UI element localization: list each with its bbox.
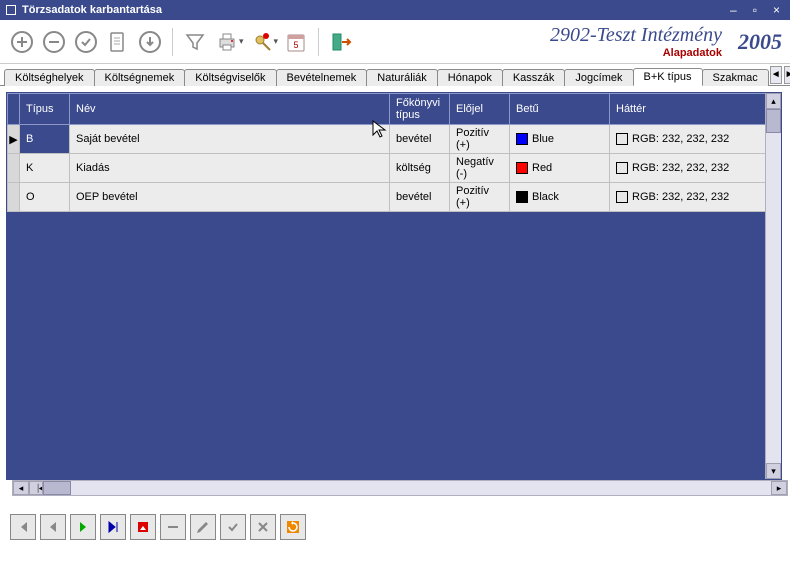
cell-betu[interactable]: Red [510, 154, 610, 183]
col-tipus[interactable]: Típus [20, 94, 70, 125]
tools-button[interactable] [248, 28, 276, 56]
cell-tipus[interactable]: B [20, 125, 70, 154]
nav-delete-button[interactable] [160, 514, 186, 540]
col-elojel[interactable]: Előjel [450, 94, 510, 125]
filter-button[interactable] [181, 28, 209, 56]
hscroll-thumb[interactable] [43, 481, 71, 495]
horizontal-scrollbar[interactable]: ◂ ⎹◂ ▸ [12, 480, 788, 496]
tab-naturaliak[interactable]: Naturáliák [366, 69, 438, 86]
row-indicator [8, 154, 20, 183]
tab-scroll-right[interactable]: ► [784, 66, 790, 84]
title-bar: Törzsadatok karbantartása – ▫ × [0, 0, 790, 20]
tools-dropdown-icon[interactable]: ▾ [274, 36, 279, 47]
maximize-button[interactable]: ▫ [749, 3, 761, 17]
tab-jogcimek[interactable]: Jogcímek [564, 69, 633, 86]
year-label: 2005 [738, 29, 782, 55]
nav-last-button[interactable] [100, 514, 126, 540]
cell-betu[interactable]: Blue [510, 125, 610, 154]
col-fokonyv[interactable]: Főkönyvi típus [390, 94, 450, 125]
tab-koltseghelyek[interactable]: Költséghelyek [4, 69, 95, 86]
col-betu[interactable]: Betű [510, 94, 610, 125]
color-swatch [516, 133, 528, 145]
scroll-right-icon[interactable]: ▸ [771, 481, 787, 495]
scroll-thumb[interactable] [766, 109, 781, 133]
table-row[interactable]: ▶BSaját bevételbevételPozitív (+)BlueRGB… [8, 125, 767, 154]
tab-szakmac[interactable]: Szakmac [702, 69, 769, 86]
confirm-button[interactable] [72, 28, 100, 56]
scroll-down-icon[interactable]: ▾ [766, 463, 781, 479]
nav-post-button[interactable] [220, 514, 246, 540]
cell-elojel[interactable]: Pozitív (+) [450, 183, 510, 212]
nav-next-button[interactable] [70, 514, 96, 540]
col-hatter[interactable]: Háttér [610, 94, 767, 125]
add-button[interactable] [8, 28, 36, 56]
scroll-up-icon[interactable]: ▴ [766, 93, 781, 109]
nav-cancel-button[interactable] [250, 514, 276, 540]
scroll-jump-icon[interactable]: ⎹◂ [29, 481, 43, 495]
toolbar: ▾ ▾ 5 2902-Teszt Intézmény Alapadatok 20… [0, 20, 790, 64]
nav-refresh-button[interactable] [280, 514, 306, 540]
col-nev[interactable]: Név [70, 94, 390, 125]
print-dropdown-icon[interactable]: ▾ [239, 36, 244, 47]
tab-strip: Költséghelyek Költségnemek Költségviselő… [0, 64, 790, 86]
minimize-button[interactable]: – [726, 3, 741, 17]
cell-elojel[interactable]: Negatív (-) [450, 154, 510, 183]
scroll-left-icon[interactable]: ◂ [13, 481, 29, 495]
org-block: 2902-Teszt Intézmény Alapadatok [550, 24, 722, 59]
download-button[interactable] [136, 28, 164, 56]
tab-bevetelnemek[interactable]: Bevételnemek [276, 69, 368, 86]
tab-bk-tipus[interactable]: B+K típus [633, 68, 703, 86]
color-swatch [516, 162, 528, 174]
nav-edit-button[interactable] [190, 514, 216, 540]
cell-hatter[interactable]: RGB: 232, 232, 232 [610, 154, 767, 183]
cell-hatter[interactable]: RGB: 232, 232, 232 [610, 183, 767, 212]
cell-nev[interactable]: Kiadás [70, 154, 390, 183]
table-row[interactable]: KKiadásköltségNegatív (-)RedRGB: 232, 23… [8, 154, 767, 183]
tab-koltsegnemek[interactable]: Költségnemek [94, 69, 186, 86]
nav-first-button[interactable] [10, 514, 36, 540]
color-swatch [616, 191, 628, 203]
data-grid[interactable]: Típus Név Főkönyvi típus Előjel Betű Hát… [6, 92, 782, 480]
document-button[interactable] [104, 28, 132, 56]
cell-fokonyv[interactable]: költség [390, 154, 450, 183]
nav-prev-button[interactable] [40, 514, 66, 540]
cell-nev[interactable]: Saját bevétel [70, 125, 390, 154]
cell-nev[interactable]: OEP bevétel [70, 183, 390, 212]
row-indicator [8, 183, 20, 212]
tab-honapok[interactable]: Hónapok [437, 69, 503, 86]
color-swatch [616, 133, 628, 145]
org-subtitle: Alapadatok [550, 47, 722, 59]
cell-tipus[interactable]: O [20, 183, 70, 212]
table-row[interactable]: OOEP bevételbevételPozitív (+)BlackRGB: … [8, 183, 767, 212]
org-name: 2902-Teszt Intézmény [550, 24, 722, 47]
tab-koltsegviselok[interactable]: Költségviselők [184, 69, 276, 86]
remove-button[interactable] [40, 28, 68, 56]
color-swatch [616, 162, 628, 174]
window-title: Törzsadatok karbantartása [22, 4, 162, 16]
color-swatch [516, 191, 528, 203]
calendar-button[interactable]: 5 [282, 28, 310, 56]
cell-elojel[interactable]: Pozitív (+) [450, 125, 510, 154]
app-icon [6, 5, 16, 15]
tab-scroll-left[interactable]: ◄ [770, 66, 782, 84]
cell-hatter[interactable]: RGB: 232, 232, 232 [610, 125, 767, 154]
svg-text:5: 5 [294, 40, 299, 50]
record-navigator [0, 502, 790, 552]
print-button[interactable] [213, 28, 241, 56]
vertical-scrollbar[interactable]: ▴ ▾ [765, 93, 781, 479]
tab-kasszak[interactable]: Kasszák [502, 69, 566, 86]
cell-tipus[interactable]: K [20, 154, 70, 183]
close-button[interactable]: × [769, 3, 784, 17]
nav-insert-button[interactable] [130, 514, 156, 540]
exit-button[interactable] [327, 28, 355, 56]
cell-betu[interactable]: Black [510, 183, 610, 212]
cell-fokonyv[interactable]: bevétel [390, 183, 450, 212]
row-indicator: ▶ [8, 125, 20, 154]
cell-fokonyv[interactable]: bevétel [390, 125, 450, 154]
